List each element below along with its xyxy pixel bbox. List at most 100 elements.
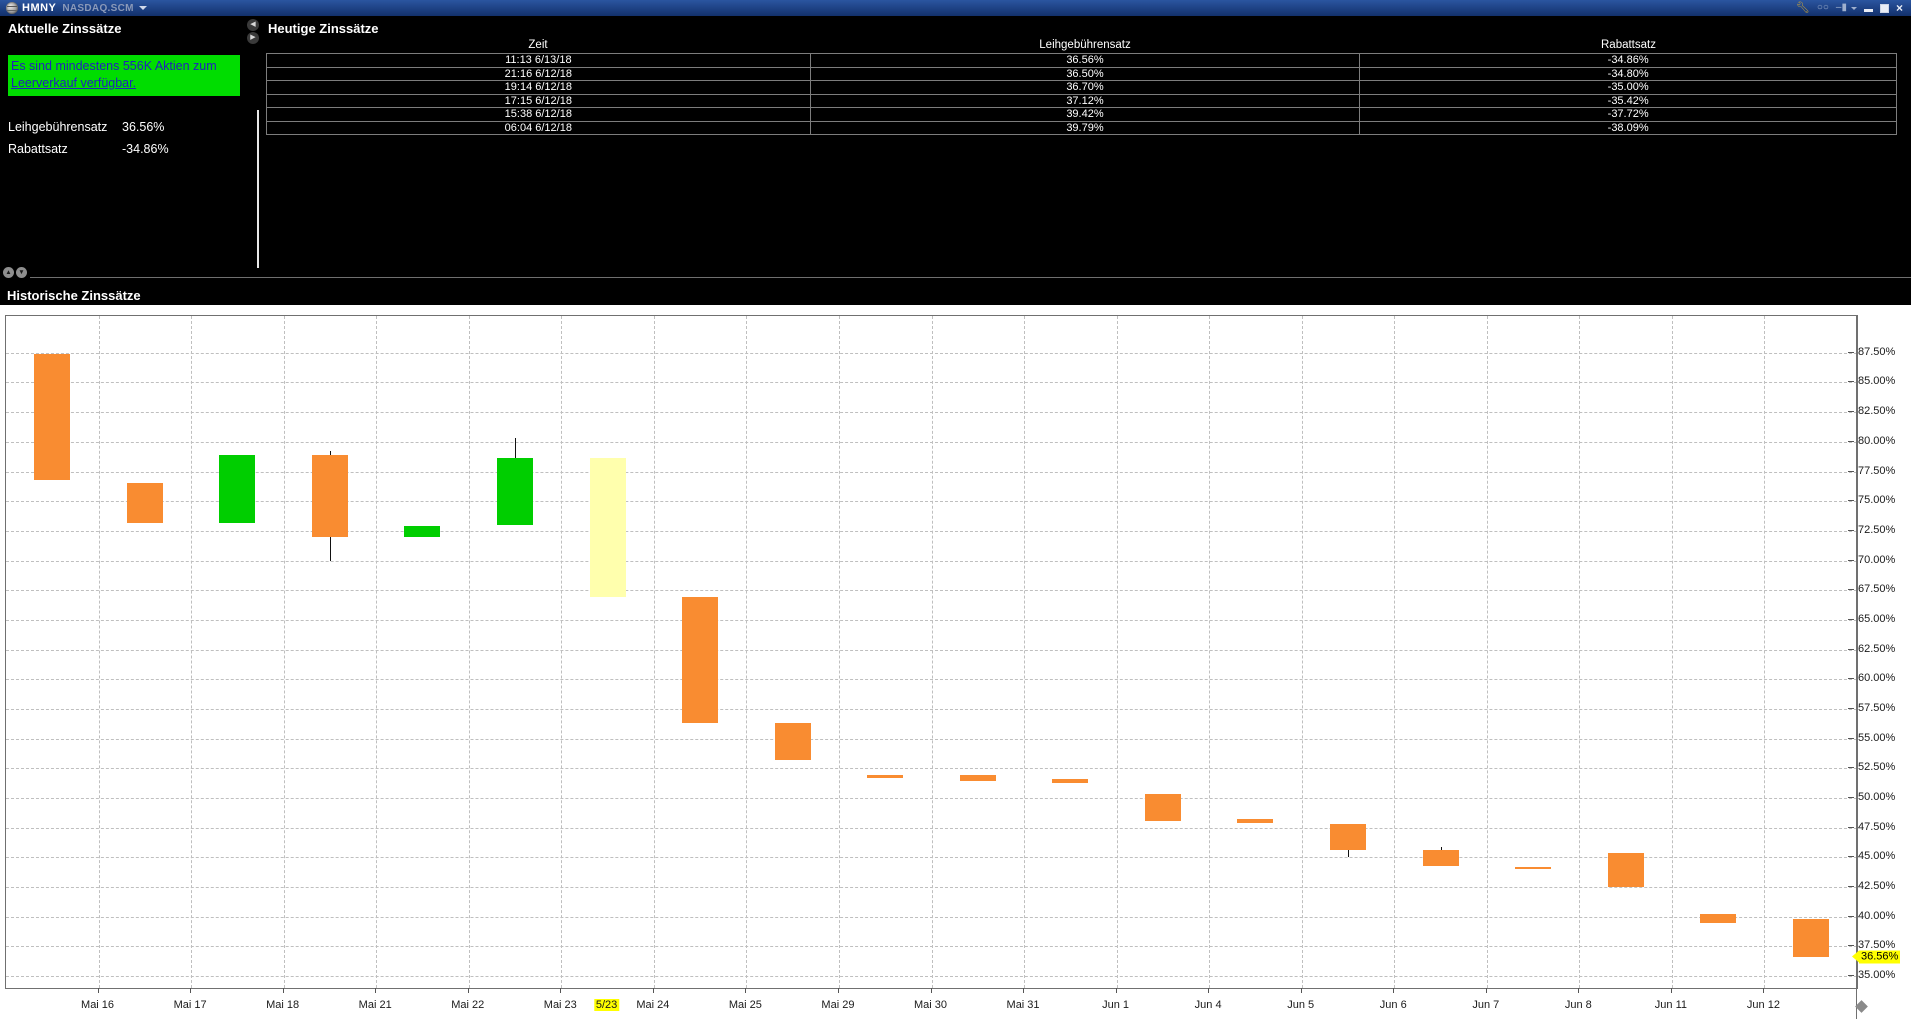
x-axis-tick-label: Jun 6 [1380, 999, 1407, 1011]
table-row[interactable]: 21:16 6/12/1836.50%-34.80% [267, 67, 1897, 81]
y-axis-tick-label: 40.00% [1858, 910, 1895, 922]
y-tick [1848, 589, 1854, 590]
horizontal-splitter[interactable] [30, 277, 1911, 278]
x-axis-tick-label: Jun 12 [1747, 999, 1780, 1011]
candle[interactable] [1052, 779, 1088, 783]
historical-rates-title: Historische Zinssätze [7, 288, 141, 303]
candle[interactable] [312, 455, 348, 537]
candle-selected[interactable] [590, 458, 626, 597]
y-tick [1848, 530, 1854, 531]
table-cell[interactable]: 15:38 6/12/18 [267, 108, 811, 122]
splitter-down-button[interactable]: ▼ [16, 267, 27, 278]
link-group-icon[interactable]: ○○ [1817, 0, 1829, 16]
table-row[interactable]: 17:15 6/12/1837.12%-35.42% [267, 94, 1897, 108]
x-tick [745, 988, 746, 993]
window-titlebar[interactable]: HMNY NASDAQ.SCM 🔧︎ ○○ –▮ × [0, 0, 1911, 16]
table-row[interactable]: 06:04 6/12/1839.79%-38.09% [267, 121, 1897, 135]
y-axis-tick-label: 55.00% [1858, 732, 1895, 744]
chart-nav-diamond-icon[interactable] [1855, 1000, 1868, 1013]
table-cell[interactable]: 36.56% [810, 54, 1360, 68]
candle[interactable] [775, 723, 811, 760]
minimize-button[interactable] [1864, 4, 1873, 13]
candle[interactable] [960, 775, 996, 781]
table-cell[interactable]: 21:16 6/12/18 [267, 67, 811, 81]
candle[interactable] [1608, 853, 1644, 887]
v-gridline [376, 316, 377, 988]
x-axis-tick-label: Mai 30 [914, 999, 947, 1011]
fee-rate-value: 36.56% [122, 120, 164, 134]
candle[interactable] [1237, 819, 1273, 823]
badge-value: 36.56% [1859, 950, 1900, 963]
instrument-globe-icon [6, 2, 18, 14]
v-gridline [746, 316, 747, 988]
x-axis-tick-label: Jun 5 [1287, 999, 1314, 1011]
splitter-up-button[interactable]: ▲ [3, 267, 14, 278]
rebate-rate-value: -34.86% [122, 142, 169, 156]
symbol-dropdown-caret-icon[interactable] [139, 6, 147, 10]
expand-right-button[interactable]: ▶ [247, 32, 259, 44]
candle[interactable] [1330, 824, 1366, 850]
v-gridline [932, 316, 933, 988]
vertical-panel-separator[interactable] [257, 110, 259, 268]
y-axis-tick-label: 42.50% [1858, 880, 1895, 892]
x-tick [1671, 988, 1672, 993]
candle[interactable] [1145, 794, 1181, 820]
table-cell[interactable]: 19:14 6/12/18 [267, 81, 811, 95]
x-axis-tick-label: Jun 1 [1102, 999, 1129, 1011]
table-row[interactable]: 19:14 6/12/1836.70%-35.00% [267, 81, 1897, 95]
x-tick [1486, 988, 1487, 993]
y-tick [1848, 916, 1854, 917]
collapse-left-button[interactable]: ◀ [247, 19, 259, 31]
y-tick [1848, 797, 1854, 798]
banner-line2: Leerverkauf verfügbar. [11, 75, 237, 92]
pin-dropdown-caret-icon[interactable] [1851, 7, 1857, 10]
maximize-button[interactable] [1880, 4, 1889, 13]
badge-arrow-icon [1852, 951, 1859, 963]
table-cell[interactable]: -37.72% [1360, 108, 1897, 122]
table-cell[interactable]: -35.42% [1360, 94, 1897, 108]
table-cell[interactable]: 11:13 6/13/18 [267, 54, 811, 68]
v-gridline [839, 316, 840, 988]
table-cell[interactable]: 37.12% [810, 94, 1360, 108]
candle[interactable] [219, 455, 255, 523]
table-cell[interactable]: -35.00% [1360, 81, 1897, 95]
candle[interactable] [1423, 850, 1459, 865]
candle[interactable] [1515, 867, 1551, 869]
candle[interactable] [1793, 919, 1829, 957]
candle[interactable] [34, 354, 70, 480]
table-cell[interactable]: 06:04 6/12/18 [267, 121, 811, 135]
table-cell[interactable]: 39.79% [810, 121, 1360, 135]
x-tick [1393, 988, 1394, 993]
v-gridline [99, 316, 100, 988]
candlestick-plot-area[interactable] [5, 315, 1858, 989]
col-header-time: Zeit [266, 39, 810, 51]
x-tick [653, 988, 654, 993]
candle[interactable] [404, 526, 440, 537]
y-axis-tick-label: 47.50% [1858, 821, 1895, 833]
candle[interactable] [127, 483, 163, 522]
candle[interactable] [867, 775, 903, 777]
table-cell[interactable]: 36.50% [810, 67, 1360, 81]
v-gridline [1024, 316, 1025, 988]
settings-wrench-icon[interactable]: 🔧︎ [1796, 0, 1810, 16]
table-row[interactable]: 15:38 6/12/1839.42%-37.72% [267, 108, 1897, 122]
close-button[interactable]: × [1896, 1, 1903, 15]
table-row[interactable]: 11:13 6/13/1836.56%-34.86% [267, 54, 1897, 68]
candle[interactable] [497, 458, 533, 524]
table-cell[interactable]: 36.70% [810, 81, 1360, 95]
table-cell[interactable]: 17:15 6/12/18 [267, 94, 811, 108]
candle[interactable] [682, 597, 718, 723]
table-cell[interactable]: -38.09% [1360, 121, 1897, 135]
y-tick [1848, 767, 1854, 768]
pin-icon[interactable]: –▮ [1836, 0, 1847, 16]
v-gridline [654, 316, 655, 988]
x-tick [1763, 988, 1764, 993]
y-axis-tick-label: 37.50% [1858, 939, 1895, 951]
x-tick [283, 988, 284, 993]
candle[interactable] [1700, 914, 1736, 922]
y-tick [1848, 381, 1854, 382]
x-tick [1208, 988, 1209, 993]
table-cell[interactable]: -34.80% [1360, 67, 1897, 81]
table-cell[interactable]: 39.42% [810, 108, 1360, 122]
table-cell[interactable]: -34.86% [1360, 54, 1897, 68]
